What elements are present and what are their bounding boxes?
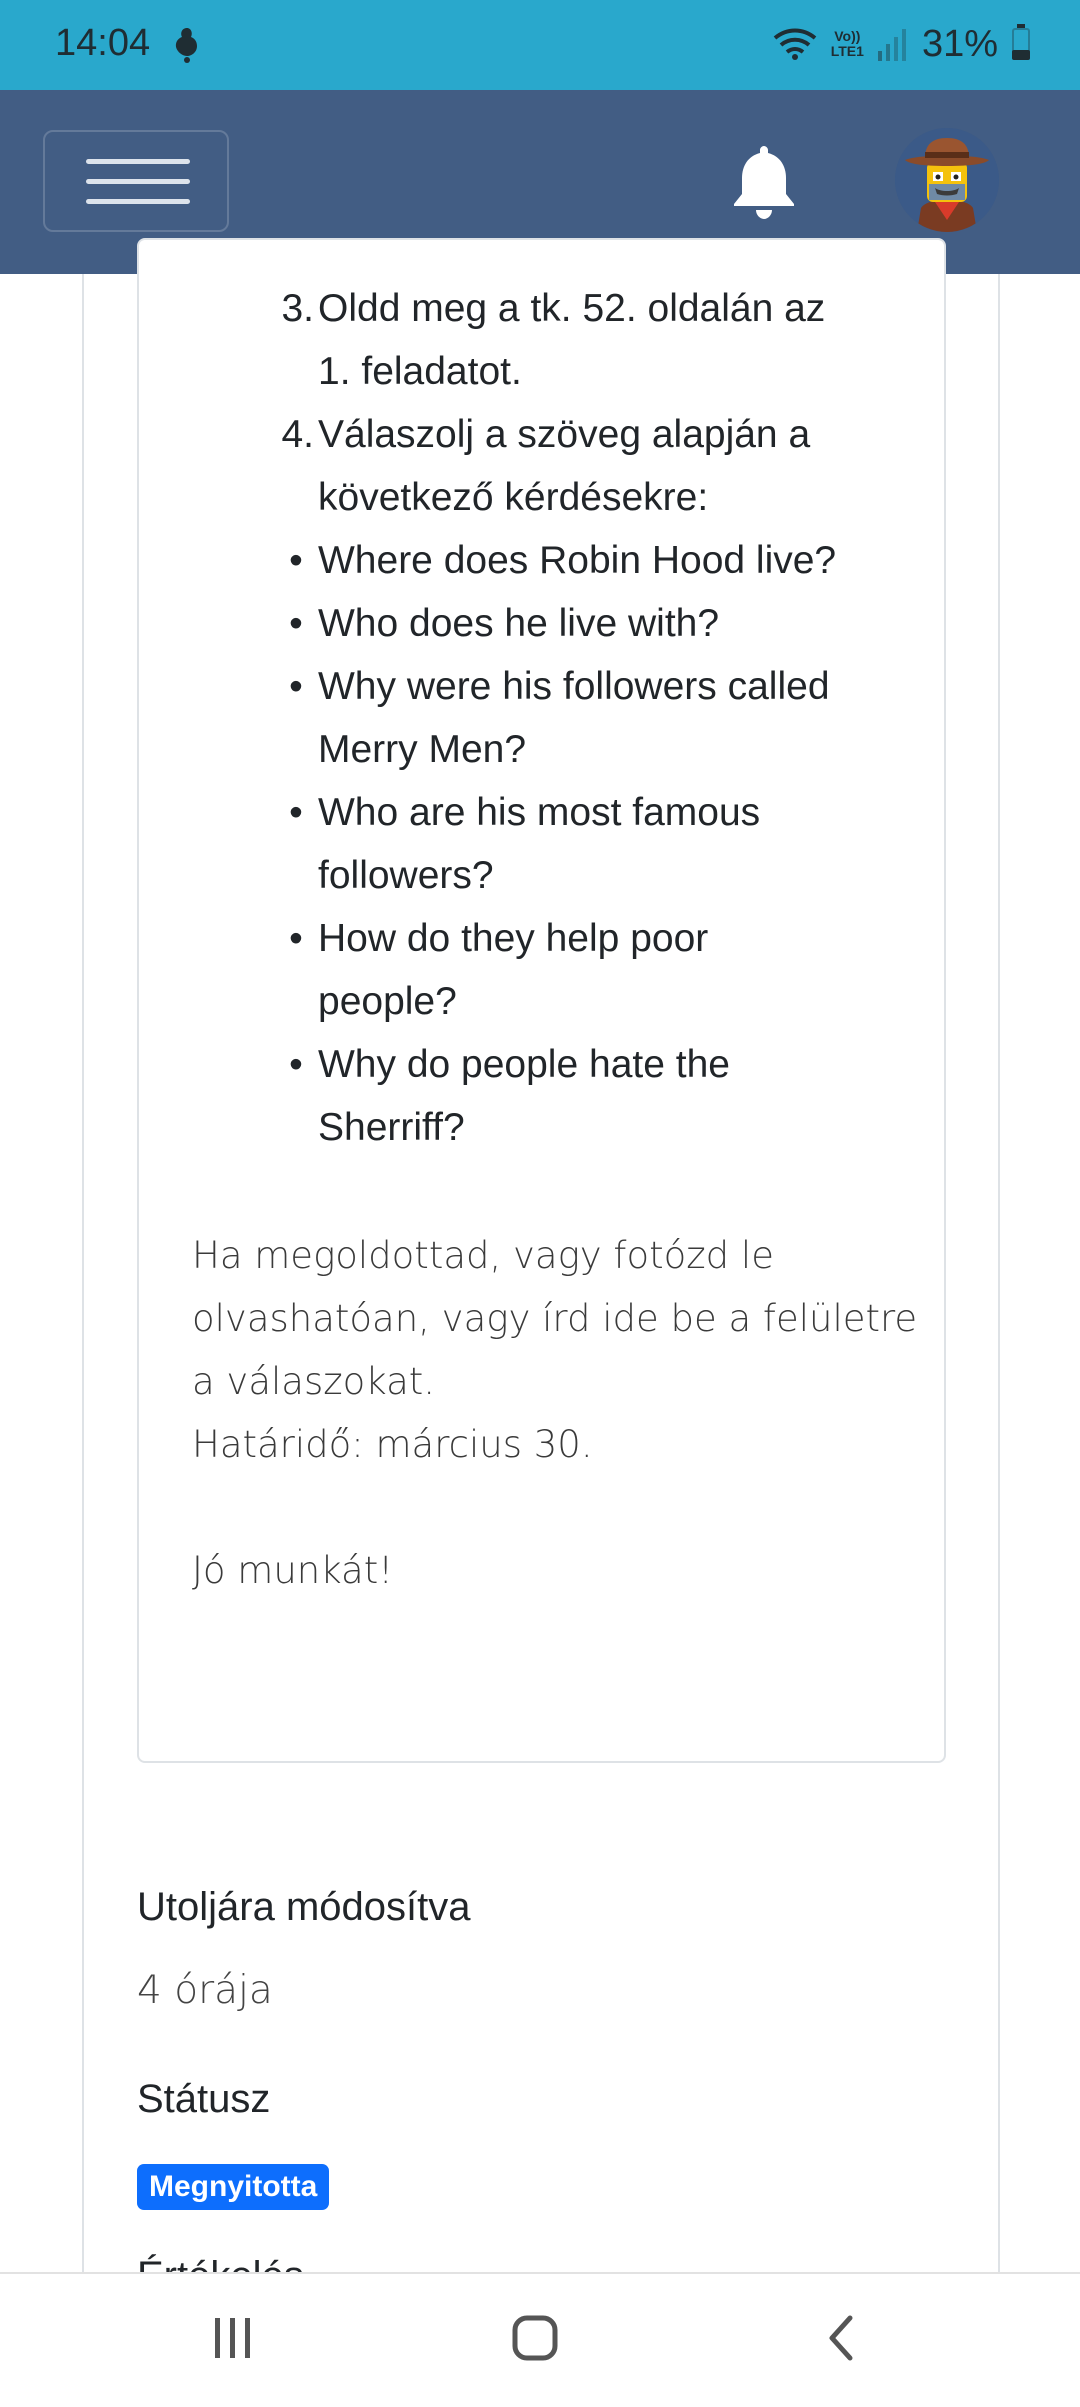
signal-icon [877,29,906,61]
recent-apps-button[interactable] [152,2274,312,2402]
wifi-icon [773,28,817,60]
list-number: 4. [281,413,314,456]
bullet-text: Sherriff? [318,1106,465,1149]
bullet-dot: • [289,539,303,582]
cowboy-avatar-icon [895,128,999,232]
bullet-text: followers? [318,854,494,897]
bullet-text: Why were his followers called [318,665,830,708]
bullet-dot: • [289,665,303,708]
paragraph-line: Ha megoldottad, vagy fotózd le [192,1234,774,1277]
user-avatar[interactable] [895,128,999,232]
list-item-text: 1. feladatot. [318,350,522,393]
assignment-description-card [137,238,946,1763]
bullet-text: Who are his most famous [318,791,761,834]
status-time: 14:04 [55,22,151,64]
battery-icon [1012,24,1030,60]
bullet-text: How do they help poor [318,917,709,960]
closing-text: Jó munkát! [192,1549,394,1592]
status-bar: 14:04 Vo)) LTE1 31% [0,0,1080,90]
home-button[interactable] [455,2274,615,2402]
list-item-text: következő kérdésekre: [318,476,709,519]
deadline-text: Határidő: március 30. [192,1423,593,1466]
menu-button[interactable] [43,130,229,232]
bullet-dot: • [289,917,303,960]
paragraph-line: a válaszokat. [192,1360,436,1403]
back-button[interactable] [758,2274,918,2402]
list-number: 3. [281,287,314,330]
recent-apps-icon [215,2318,250,2358]
back-icon [829,2315,853,2361]
paragraph-line: olvashatóan, vagy írd ide be a felületre [192,1297,918,1340]
bullet-text: Where does Robin Hood live? [318,539,837,582]
battery-percent: 31% [921,22,998,65]
bullet-text: people? [318,980,457,1023]
hamburger-icon-line [86,159,190,164]
status-badge: Megnyitotta [137,2164,330,2210]
home-icon [512,2315,558,2361]
bullet-text: Why do people hate the [318,1043,730,1086]
bullet-text: Merry Men? [318,728,527,771]
bullet-dot: • [289,791,303,834]
system-navigation-bar [0,2272,1080,2402]
bullet-text: Who does he live with? [318,602,720,645]
bell-icon[interactable] [728,142,800,222]
status-right-group: Vo)) LTE1 31% [773,18,1030,70]
notification-app-icon [175,28,197,63]
volte-lte-indicator: Vo)) LTE1 [830,28,864,59]
hamburger-icon-line [86,199,190,204]
hamburger-icon-line [86,179,190,184]
status-label: Státusz [137,2077,271,2121]
modified-value: 4 órája [137,1968,273,2013]
list-item-text: Válaszolj a szöveg alapján a [318,413,811,456]
list-item-text: Oldd meg a tk. 52. oldalán az [318,287,826,330]
bullet-dot: • [289,602,303,645]
bullet-dot: • [289,1043,303,1086]
modified-label: Utoljára módosítva [137,1885,471,1929]
